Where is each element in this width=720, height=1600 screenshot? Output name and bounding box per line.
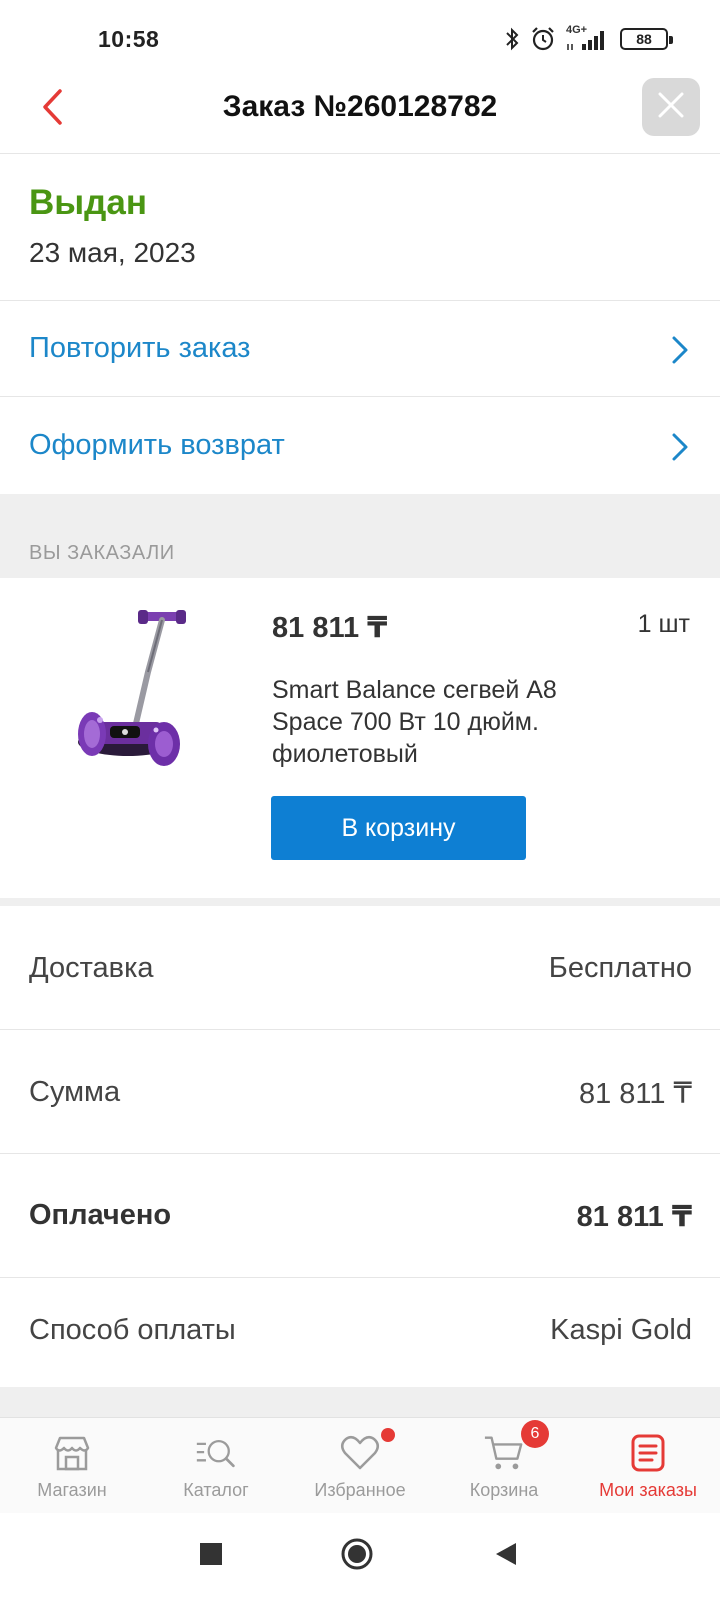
summary-key: Способ оплаты bbox=[29, 1314, 236, 1346]
summary-row-sum: Сумма 81 811 ₸ bbox=[0, 1030, 720, 1154]
add-to-cart-button[interactable]: В корзину bbox=[271, 796, 526, 860]
repeat-order-label: Повторить заказ bbox=[29, 332, 251, 364]
nav-item-cart[interactable]: 6 Корзина bbox=[432, 1418, 576, 1513]
summary-value: 81 811 ₸ bbox=[576, 1201, 692, 1233]
nav-label: Каталог bbox=[183, 1480, 249, 1500]
divider bbox=[0, 1387, 720, 1417]
chevron-right-icon bbox=[668, 432, 692, 462]
nav-item-favorites[interactable]: Избранное bbox=[288, 1418, 432, 1513]
order-status: Выдан bbox=[29, 183, 147, 222]
store-icon bbox=[51, 1432, 93, 1474]
nav-label: Мои заказы bbox=[599, 1480, 697, 1500]
ordered-section-header: ВЫ ЗАКАЗАЛИ bbox=[0, 494, 720, 578]
catalog-search-icon bbox=[195, 1432, 237, 1474]
circle-icon bbox=[340, 1537, 374, 1576]
alarm-icon bbox=[530, 26, 556, 52]
summary-key: Оплачено bbox=[29, 1199, 172, 1231]
battery-icon: 88 bbox=[620, 28, 673, 50]
square-icon bbox=[198, 1541, 224, 1572]
order-status-block: Выдан 23 мая, 2023 bbox=[0, 155, 720, 301]
summary-row-payment-method: Способ оплаты Kaspi Gold bbox=[0, 1278, 720, 1387]
product-name[interactable]: Smart Balance сегвей А8 Space 700 Вт 10 … bbox=[272, 674, 602, 770]
status-bar: 10:58 4G+ 88 bbox=[0, 0, 720, 80]
orders-icon bbox=[627, 1432, 669, 1474]
status-time: 10:58 bbox=[98, 26, 160, 52]
product-quantity: 1 шт bbox=[637, 610, 690, 638]
app-header: Заказ №260128782 bbox=[0, 78, 720, 154]
summary-row-delivery: Доставка Бесплатно bbox=[0, 906, 720, 1030]
summary-key: Сумма bbox=[29, 1076, 121, 1108]
system-navigation-bar bbox=[0, 1513, 720, 1600]
battery-level: 88 bbox=[636, 31, 652, 47]
nav-label: Корзина bbox=[469, 1480, 539, 1500]
product-card: 81 811 ₸ 1 шт Smart Balance сегвей А8 Sp… bbox=[0, 578, 720, 898]
cart-icon: 6 bbox=[483, 1420, 549, 1474]
summary-value: 81 811 ₸ bbox=[578, 1078, 692, 1110]
home-button[interactable] bbox=[340, 1537, 374, 1576]
return-order-row[interactable]: Оформить возврат bbox=[0, 398, 720, 494]
section-title: ВЫ ЗАКАЗАЛИ bbox=[29, 542, 175, 564]
recent-apps-button[interactable] bbox=[198, 1541, 224, 1572]
divider bbox=[0, 898, 720, 906]
bluetooth-icon bbox=[504, 26, 520, 52]
system-back-button[interactable] bbox=[494, 1541, 518, 1572]
summary-row-paid: Оплачено 81 811 ₸ bbox=[0, 1154, 720, 1278]
nav-label: Избранное bbox=[314, 1480, 406, 1500]
network-type-label: 4G+ bbox=[566, 24, 588, 36]
product-image[interactable] bbox=[70, 602, 200, 782]
triangle-back-icon bbox=[494, 1541, 518, 1572]
summary-value: Бесплатно bbox=[548, 952, 692, 984]
order-date: 23 мая, 2023 bbox=[29, 237, 196, 268]
repeat-order-row[interactable]: Повторить заказ bbox=[0, 301, 720, 397]
notification-dot bbox=[381, 1428, 395, 1442]
nav-item-my-orders[interactable]: Мои заказы bbox=[576, 1418, 720, 1513]
product-price: 81 811 ₸ bbox=[272, 612, 388, 644]
close-icon bbox=[658, 92, 684, 123]
chevron-right-icon bbox=[668, 335, 692, 365]
status-icons: 4G+ 88 bbox=[504, 24, 673, 54]
nav-item-catalog[interactable]: Каталог bbox=[144, 1418, 288, 1513]
nav-item-store[interactable]: Магазин bbox=[0, 1418, 144, 1513]
bottom-navigation: Магазин Каталог Избранное 6 Корзина Мои … bbox=[0, 1417, 720, 1513]
heart-icon bbox=[339, 1428, 395, 1474]
cart-count-badge: 6 bbox=[521, 1420, 549, 1448]
return-order-label: Оформить возврат bbox=[29, 429, 285, 461]
summary-value: Kaspi Gold bbox=[550, 1314, 692, 1346]
summary-key: Доставка bbox=[29, 952, 154, 984]
nav-label: Магазин bbox=[37, 1480, 107, 1500]
signal-icon: 4G+ bbox=[566, 24, 610, 52]
page-title: Заказ №260128782 bbox=[222, 90, 498, 123]
close-button[interactable] bbox=[642, 78, 700, 136]
